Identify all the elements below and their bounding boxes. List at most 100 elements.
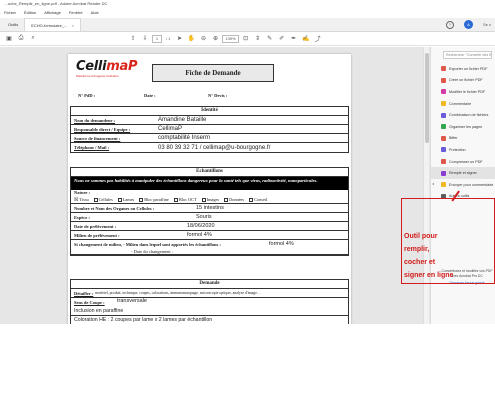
checkbox-images[interactable]: Images: [201, 197, 220, 202]
tool-protect[interactable]: Protection: [431, 144, 495, 156]
draw-icon[interactable]: ✒: [289, 34, 299, 44]
tool-combine-files[interactable]: Combinaison de fichiers: [431, 109, 495, 121]
tool-send-comment[interactable]: Envoyer pour commentaire: [431, 179, 495, 191]
page-up-icon[interactable]: ⇧: [128, 34, 138, 44]
avatar[interactable]: A: [463, 20, 473, 29]
request-text-line[interactable]: Inclusion en paraffine: [71, 307, 348, 316]
tool-fill-sign[interactable]: Remplir et signer: [431, 167, 495, 179]
tool-label: Protection: [449, 147, 466, 152]
page-down-icon[interactable]: ⇩: [140, 34, 150, 44]
detail-label: Détailler :: [74, 290, 94, 296]
signin-link[interactable]: Se c: [483, 22, 491, 27]
menu-edit[interactable]: Édition: [24, 10, 36, 17]
change-date-label: - Date du changement :: [131, 248, 173, 254]
checkbox-icon: [93, 197, 98, 202]
request-text-line[interactable]: Coloration HE : 2 coupes par lame x 2 la…: [71, 316, 348, 324]
sens-field[interactable]: transversale: [117, 298, 147, 304]
checkbox-advice-label: Conseil: [254, 197, 268, 202]
species-label: Espèce :: [74, 214, 90, 220]
checkbox-paraffin-label: Bloc paraffine: [144, 197, 169, 202]
manager-field[interactable]: CellimaP: [155, 126, 182, 132]
menu-view[interactable]: Affichage: [44, 10, 61, 17]
tool-edit-pdf[interactable]: Modifier le fichier PDF: [431, 86, 495, 98]
comment-icon[interactable]: ✎: [265, 34, 275, 44]
field-row-contact: Téléphone / Mail : 03 80 39 32 71 / cell…: [71, 143, 348, 152]
annotation-line: signer en ligne: [404, 272, 454, 279]
samples-section: Echantillons Nous ne sommes pas habilité…: [70, 167, 349, 256]
send-comment-icon: [441, 182, 446, 188]
checkbox-icon: [224, 197, 229, 202]
zoom-in-icon[interactable]: ⊕: [210, 34, 220, 44]
tool-compress-pdf[interactable]: Compresser un PDF: [431, 156, 495, 168]
scrollbar-thumb[interactable]: [425, 53, 429, 143]
checkbox-data[interactable]: Données: [224, 197, 244, 202]
tool-comment[interactable]: Commentaire: [431, 98, 495, 110]
checkbox-images-label: Images: [206, 197, 220, 202]
tool-label: Exporter un fichier PDF: [449, 66, 488, 71]
checkbox-slides[interactable]: Lames: [117, 197, 134, 202]
menu-window[interactable]: Fenêtre: [69, 10, 83, 17]
menu-file[interactable]: Fichier: [4, 10, 16, 17]
checkbox-tissue[interactable]: ☒Tissu: [74, 197, 89, 203]
tab-tools[interactable]: Outils: [2, 20, 24, 29]
checkbox-oct-block[interactable]: Bloc OCT: [173, 197, 197, 202]
document-canvas[interactable]: CellimaP Plateforme d'Imagerie Cellulair…: [0, 47, 430, 324]
tabbar-right: ? A Se c: [445, 20, 495, 29]
tool-redact[interactable]: Biffer: [431, 133, 495, 145]
save-icon[interactable]: ▣: [4, 34, 14, 44]
logo-text-part2: maP: [106, 59, 138, 74]
tool-export-pdf[interactable]: Exporter un fichier PDF: [431, 63, 495, 75]
milieu-row: Milieu de prélèvement : formol 4%: [71, 231, 348, 240]
requester-label: Nom du demandeur :: [74, 117, 116, 123]
tools-search-input[interactable]: Rechercher "Convertir des fichiers": [443, 51, 492, 59]
print-icon[interactable]: ⎙: [16, 34, 26, 44]
tab-document[interactable]: ECHO-formulaire_... ×: [24, 18, 81, 31]
sign-icon[interactable]: ✍: [301, 34, 311, 44]
organs-label: Nombre et Nom des Organes ou Cellules :: [74, 205, 155, 211]
organs-field[interactable]: 15 intestins: [196, 205, 224, 211]
hand-tool-icon[interactable]: ✋: [186, 34, 196, 44]
manager-label: Responsable direct / Equipe :: [74, 126, 131, 132]
export-pdf-icon: [441, 66, 446, 72]
search-icon[interactable]: ⌕: [28, 34, 38, 44]
tool-organize-pages[interactable]: Organiser les pages: [431, 121, 495, 133]
checked-box-icon: ☒: [74, 197, 79, 203]
field-row-funding: Source de financement : comptabilité Ins…: [71, 134, 348, 143]
milieu-field[interactable]: formol 4%: [187, 232, 212, 238]
fit-page-icon[interactable]: ⊡: [241, 34, 251, 44]
checkbox-advice[interactable]: Conseil: [249, 197, 267, 202]
contact-field[interactable]: 03 80 39 32 71 / cellimap@u-bourgogne.fr: [155, 145, 271, 151]
change-field[interactable]: formol 4%: [269, 241, 294, 247]
tool-label: Envoyer pour commentaire: [449, 182, 494, 187]
checkbox-paraffin-block[interactable]: Bloc paraffine: [139, 197, 169, 202]
checkbox-icon: [173, 197, 178, 202]
tool-create-pdf[interactable]: Créer un fichier PDF: [431, 75, 495, 87]
collapse-pane-icon[interactable]: ◂: [432, 181, 434, 186]
species-field[interactable]: Souris: [196, 214, 212, 220]
help-icon[interactable]: ?: [445, 20, 454, 29]
menu-help[interactable]: Aide: [91, 10, 99, 17]
sampling-date-label: Date de prélèvement :: [74, 223, 117, 229]
scroll-mode-icon[interactable]: ⇕: [253, 34, 263, 44]
share-icon[interactable]: ⤴: [313, 34, 323, 44]
protect-icon: [441, 147, 446, 153]
tool-label: Modifier le fichier PDF: [449, 89, 486, 94]
change-date-row: - Date du changement :: [71, 248, 348, 255]
sampling-date-field[interactable]: 18/06/2020: [187, 223, 215, 229]
identity-section: Identité Nom du demandeur : Amandine Bat…: [70, 106, 349, 153]
zoom-select[interactable]: 139%: [222, 34, 239, 43]
funding-field[interactable]: comptabilité Inserm: [155, 135, 210, 141]
requester-field[interactable]: Amandine Bataille: [155, 117, 206, 123]
checkbox-cells[interactable]: Cellules: [93, 197, 113, 202]
tool-label: Combinaison de fichiers: [449, 113, 489, 118]
change-label: Si changement de milieu, - Milieu dans l…: [74, 241, 221, 247]
highlight-icon[interactable]: ✐: [277, 34, 287, 44]
zoom-out-icon[interactable]: ⊖: [198, 34, 208, 44]
page-number-input[interactable]: 1: [152, 34, 162, 43]
close-icon[interactable]: ×: [71, 23, 73, 28]
detail-row: Détailler : matériel, produit, technique…: [71, 289, 348, 298]
select-cursor-icon[interactable]: ➤: [174, 34, 184, 44]
toolbar: ▣ ⎙ ⌕ ⇧ ⇩ 1 / 1 ➤ ✋ ⊖ ⊕ 139% ⊡ ⇕ ✎ ✐ ✒ ✍…: [0, 32, 495, 46]
toolbar-left: ▣ ⎙ ⌕: [4, 34, 38, 44]
annotation-line: Outil pour: [404, 233, 438, 240]
